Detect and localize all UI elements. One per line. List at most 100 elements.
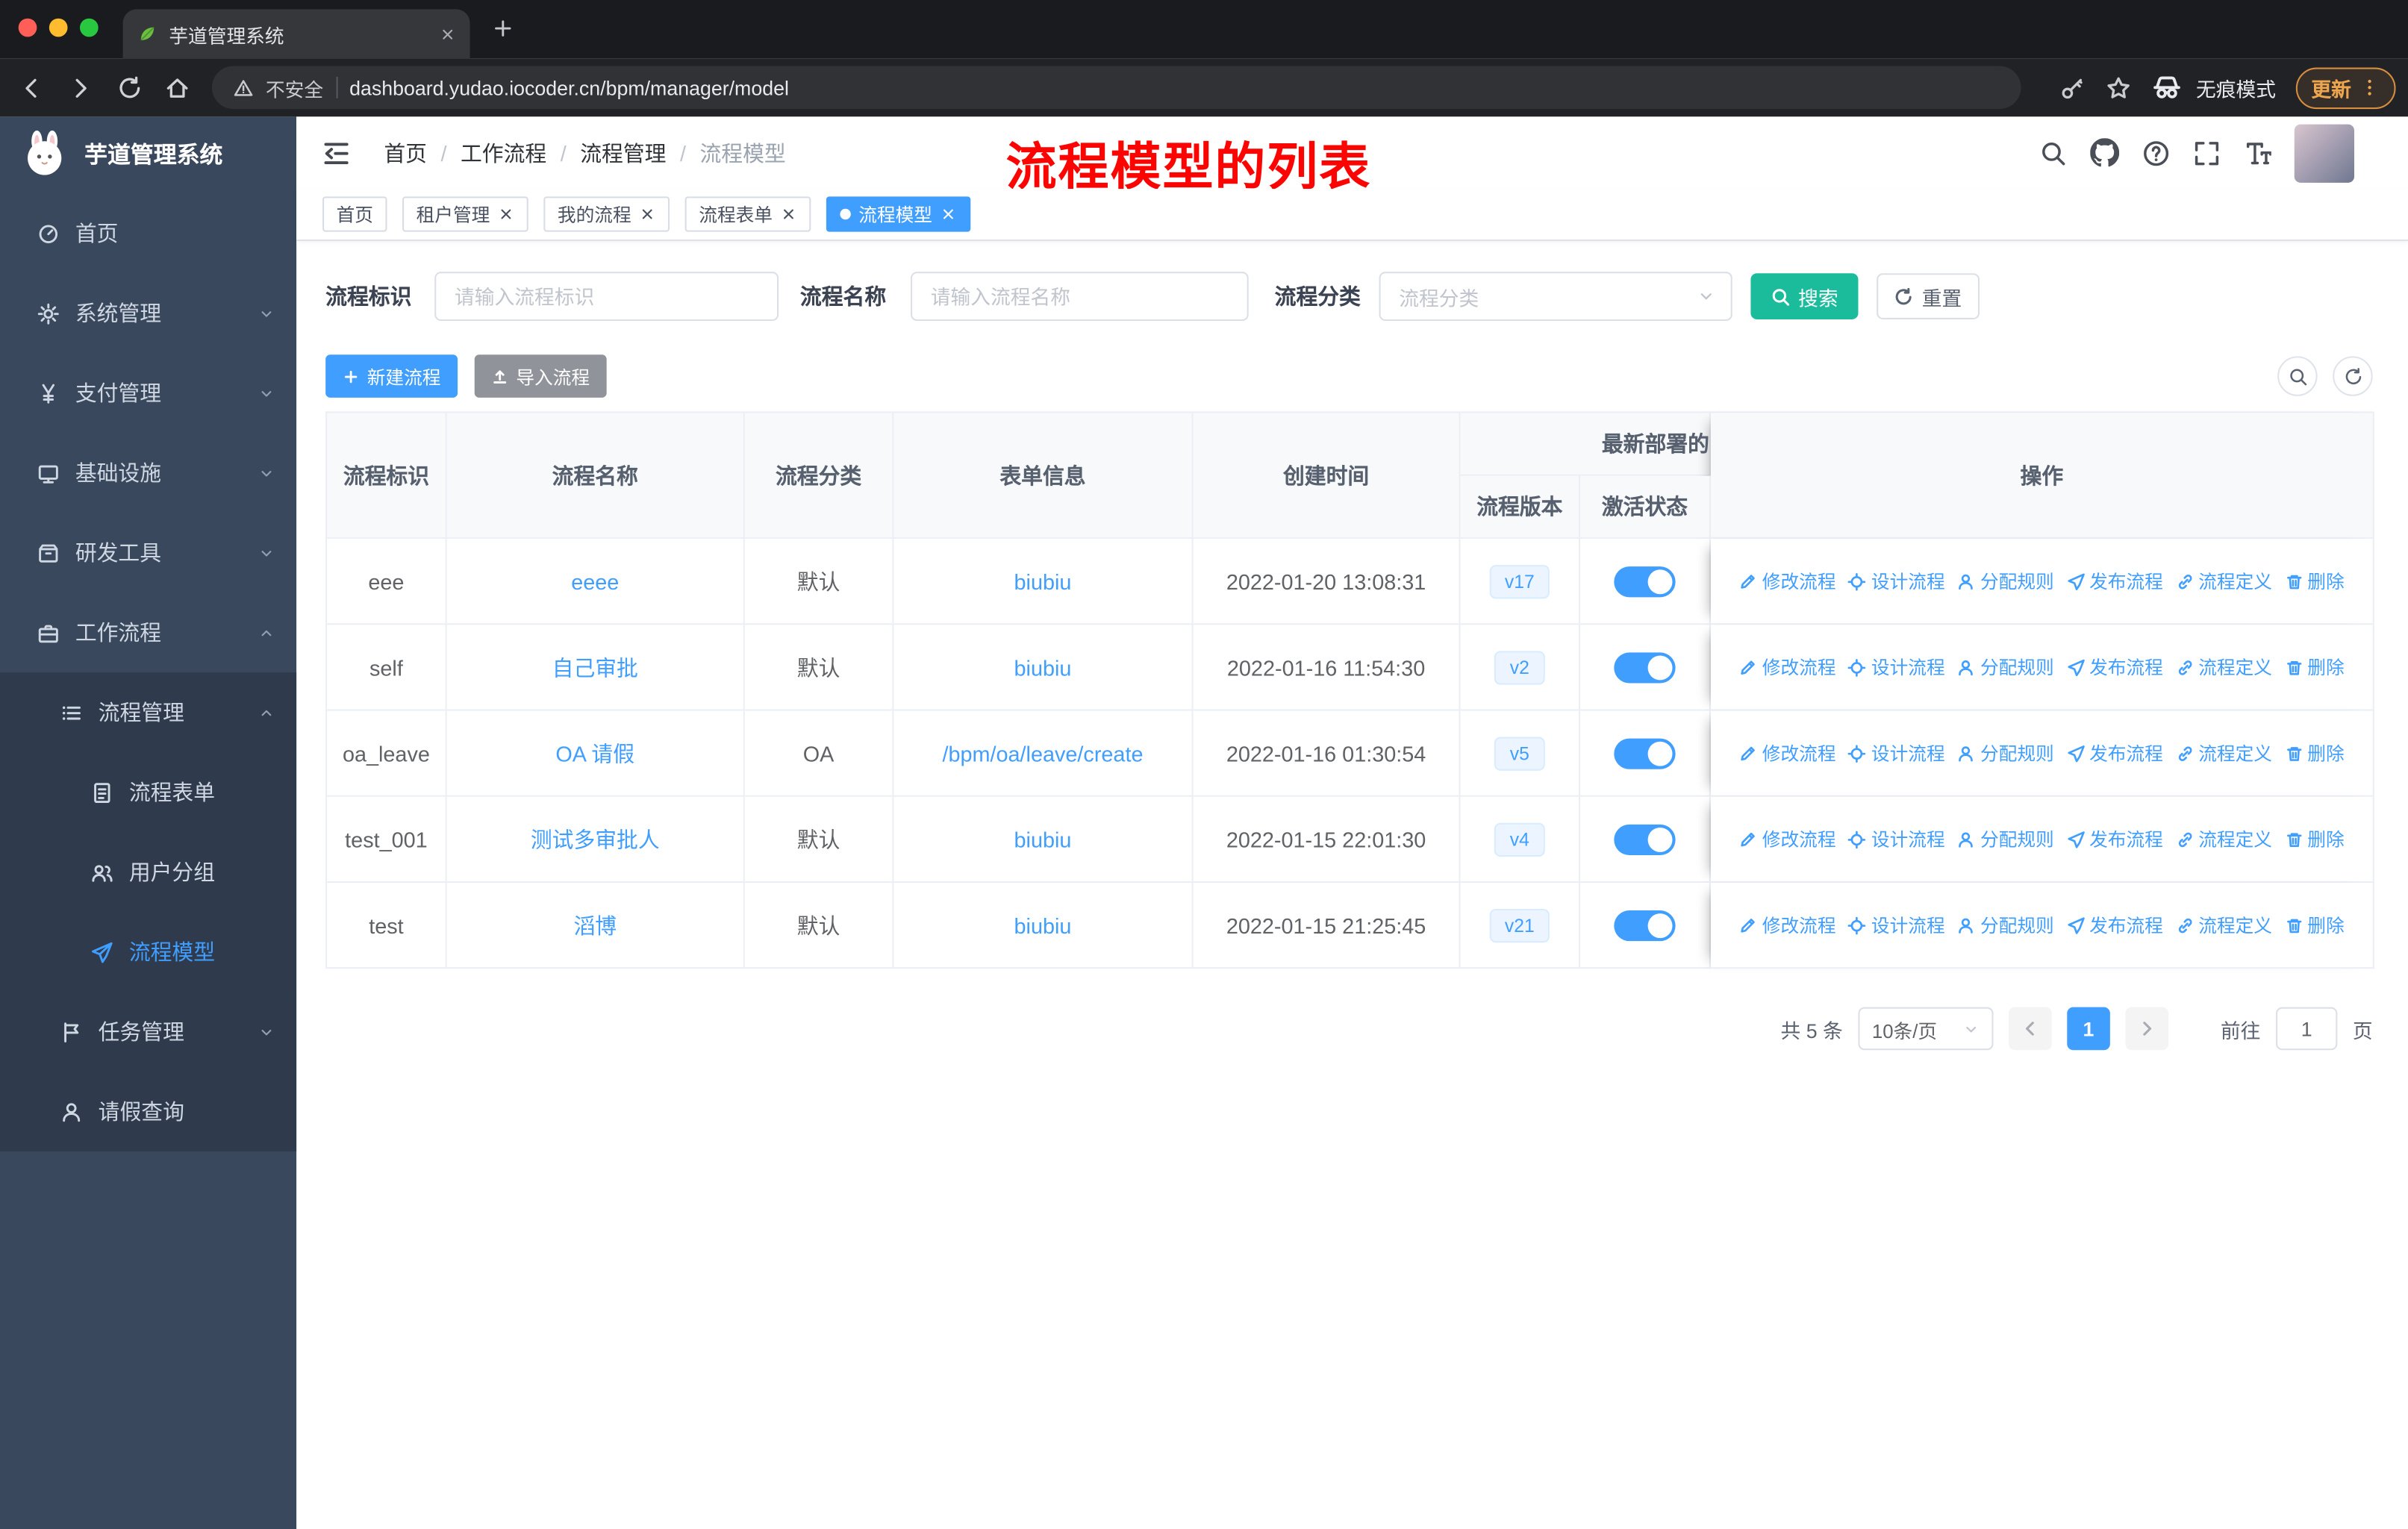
process-name-link[interactable]: eeee [571,569,619,593]
new-tab-icon[interactable] [491,17,514,40]
action-modify-link[interactable]: 修改流程 [1739,654,1836,680]
action-delete-link[interactable]: 删除 [2284,912,2345,938]
action-modify-link[interactable]: 修改流程 [1739,568,1836,594]
process-name-link[interactable]: OA 请假 [555,741,634,766]
action-publish-link[interactable]: 发布流程 [2066,568,2163,594]
version-tag[interactable]: v21 [1489,907,1550,942]
sidebar-item[interactable]: 流程模型 [0,912,297,992]
toggle-search-button[interactable] [2277,356,2318,396]
process-name-link[interactable]: 测试多审批人 [531,827,660,851]
sidebar-item[interactable]: 研发工具 [0,513,296,592]
sidebar-item[interactable]: 支付管理 [0,353,296,433]
action-modify-link[interactable]: 修改流程 [1739,912,1836,938]
close-icon[interactable] [498,206,515,223]
category-select[interactable]: 流程分类 [1379,272,1732,321]
version-tag[interactable]: v2 [1494,650,1545,684]
form-info-link[interactable]: biubiu [1014,569,1072,593]
action-modify-link[interactable]: 修改流程 [1739,740,1836,766]
page-1-button[interactable]: 1 [2067,1007,2110,1051]
next-page-button[interactable] [2125,1007,2168,1051]
action-assign-rule-link[interactable]: 分配规则 [1957,654,2054,680]
action-assign-rule-link[interactable]: 分配规则 [1957,568,2054,594]
update-button[interactable]: 更新 [2295,66,2396,109]
action-assign-rule-link[interactable]: 分配规则 [1957,740,2054,766]
browser-menu-kebab-icon[interactable] [2359,77,2380,99]
sidebar-item[interactable]: 流程表单 [0,752,297,833]
process-name-link[interactable]: 滔博 [573,913,617,937]
sidebar-item[interactable]: 任务管理 [0,992,297,1072]
logo-row[interactable]: 芋道管理系统 [0,116,296,190]
sidebar-item[interactable]: 工作流程 [0,592,296,672]
action-delete-link[interactable]: 删除 [2284,740,2345,766]
sidebar-item[interactable]: 用户分组 [0,832,297,913]
traffic-light-zoom[interactable] [79,18,99,37]
user-avatar[interactable] [2294,123,2354,182]
form-info-link[interactable]: biubiu [1014,654,1072,679]
action-publish-link[interactable]: 发布流程 [2066,740,2163,766]
back-icon[interactable] [19,75,45,101]
active-status-toggle[interactable] [1614,737,1676,769]
github-icon[interactable] [2090,138,2119,167]
sidebar-item[interactable]: 首页 [0,193,296,273]
breadcrumb-item[interactable]: 流程管理 [580,137,666,168]
breadcrumb-item[interactable]: 首页 [384,137,427,168]
action-assign-rule-link[interactable]: 分配规则 [1957,826,2054,852]
active-status-toggle[interactable] [1614,651,1676,683]
action-delete-link[interactable]: 删除 [2284,826,2345,852]
sidebar-item[interactable]: 流程管理 [0,672,297,753]
version-tag[interactable]: v17 [1489,564,1550,598]
form-info-link[interactable]: /bpm/oa/leave/create [942,741,1143,766]
import-process-button[interactable]: 导入流程 [474,354,607,398]
action-definition-link[interactable]: 流程定义 [2175,826,2272,852]
action-publish-link[interactable]: 发布流程 [2066,826,2163,852]
url-text[interactable]: dashboard.yudao.iocoder.cn/bpm/manager/m… [349,76,789,99]
action-design-link[interactable]: 设计流程 [1848,740,1945,766]
action-modify-link[interactable]: 修改流程 [1739,826,1836,852]
action-design-link[interactable]: 设计流程 [1848,654,1945,680]
action-definition-link[interactable]: 流程定义 [2175,740,2272,766]
page-size-select[interactable]: 10条/页 [1858,1007,1994,1051]
fullscreen-icon[interactable] [2193,139,2221,166]
sidebar-item[interactable]: 基础设施 [0,433,296,513]
reload-icon[interactable] [116,75,143,101]
action-delete-link[interactable]: 删除 [2284,654,2345,680]
forward-icon[interactable] [68,75,94,101]
close-icon[interactable] [780,206,797,223]
security-label[interactable]: 不安全 [266,73,323,102]
search-icon[interactable] [2039,139,2067,166]
close-icon[interactable] [639,206,656,223]
active-status-toggle[interactable] [1614,566,1676,597]
active-status-toggle[interactable] [1614,823,1676,854]
action-assign-rule-link[interactable]: 分配规则 [1957,912,2054,938]
sidebar-item[interactable]: 请假查询 [0,1072,297,1152]
refresh-table-button[interactable] [2333,356,2373,396]
action-publish-link[interactable]: 发布流程 [2066,912,2163,938]
action-publish-link[interactable]: 发布流程 [2066,654,2163,680]
bookmark-star-icon[interactable] [2106,75,2132,101]
address-bar[interactable]: 不安全 dashboard.yudao.iocoder.cn/bpm/manag… [211,66,2021,110]
version-tag[interactable]: v5 [1494,736,1545,770]
traffic-light-close[interactable] [18,18,37,37]
key-icon[interactable] [2059,75,2086,101]
process-name-input[interactable] [911,272,1249,321]
action-design-link[interactable]: 设计流程 [1848,568,1945,594]
help-icon[interactable] [2142,139,2170,166]
form-info-link[interactable]: biubiu [1014,913,1072,937]
action-design-link[interactable]: 设计流程 [1848,826,1945,852]
close-icon[interactable] [940,206,957,223]
action-delete-link[interactable]: 删除 [2284,568,2345,594]
reset-button[interactable]: 重置 [1877,273,1980,319]
tag-item[interactable]: 租户管理 [402,196,528,232]
action-definition-link[interactable]: 流程定义 [2175,654,2272,680]
breadcrumb-item[interactable]: 工作流程 [461,137,546,168]
active-status-toggle[interactable] [1614,910,1676,941]
action-design-link[interactable]: 设计流程 [1848,912,1945,938]
tag-item[interactable]: 流程表单 [684,196,811,232]
tag-item[interactable]: 首页 [322,196,387,232]
tag-item[interactable]: 我的流程 [543,196,670,232]
tab-close-icon[interactable] [439,25,456,43]
process-name-link[interactable]: 自己审批 [552,654,638,679]
create-process-button[interactable]: 新建流程 [325,354,458,398]
browser-tab[interactable]: 芋道管理系统 [122,9,470,59]
version-tag[interactable]: v4 [1494,822,1545,857]
